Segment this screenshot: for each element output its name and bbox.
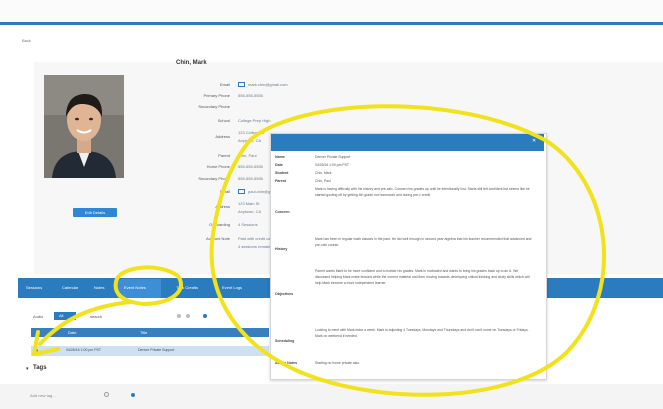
highlight-circle-popup [209, 104, 606, 397]
highlight-annotation [32, 104, 606, 397]
highlight-arrow [38, 300, 132, 346]
highlight-circle-tab [113, 265, 183, 306]
